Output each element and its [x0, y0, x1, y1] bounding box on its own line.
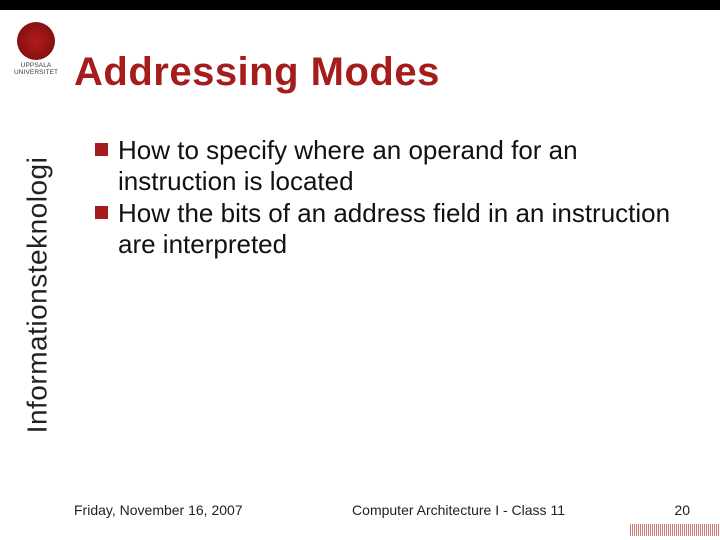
seal-icon [17, 22, 55, 60]
slide-title: Addressing Modes [74, 50, 440, 95]
list-item: How the bits of an address field in an i… [95, 198, 690, 259]
sidebar-vertical-label: Informationsteknologi [21, 157, 53, 434]
square-bullet-icon [95, 143, 108, 156]
university-logo: UPPSALA UNIVERSITET [14, 22, 58, 77]
bullet-text: How the bits of an address field in an i… [118, 198, 690, 259]
bullet-text: How to specify where an operand for an i… [118, 135, 690, 196]
slide: UPPSALA UNIVERSITET Addressing Modes Inf… [0, 0, 720, 540]
sidebar-vertical-label-container: Informationsteknologi [22, 130, 52, 460]
slide-footer: Friday, November 16, 2007 Computer Archi… [74, 502, 690, 518]
footer-course: Computer Architecture I - Class 11 [352, 502, 565, 518]
square-bullet-icon [95, 206, 108, 219]
footer-date: Friday, November 16, 2007 [74, 502, 243, 518]
footer-spacer [565, 502, 674, 518]
footer-spacer [243, 502, 352, 518]
footer-page-number: 20 [674, 502, 690, 518]
content-area: How to specify where an operand for an i… [95, 135, 690, 262]
list-item: How to specify where an operand for an i… [95, 135, 690, 196]
top-decoration-strip [0, 0, 720, 10]
bottom-right-decoration [630, 524, 720, 536]
logo-text-line2: UNIVERSITET [14, 70, 58, 77]
